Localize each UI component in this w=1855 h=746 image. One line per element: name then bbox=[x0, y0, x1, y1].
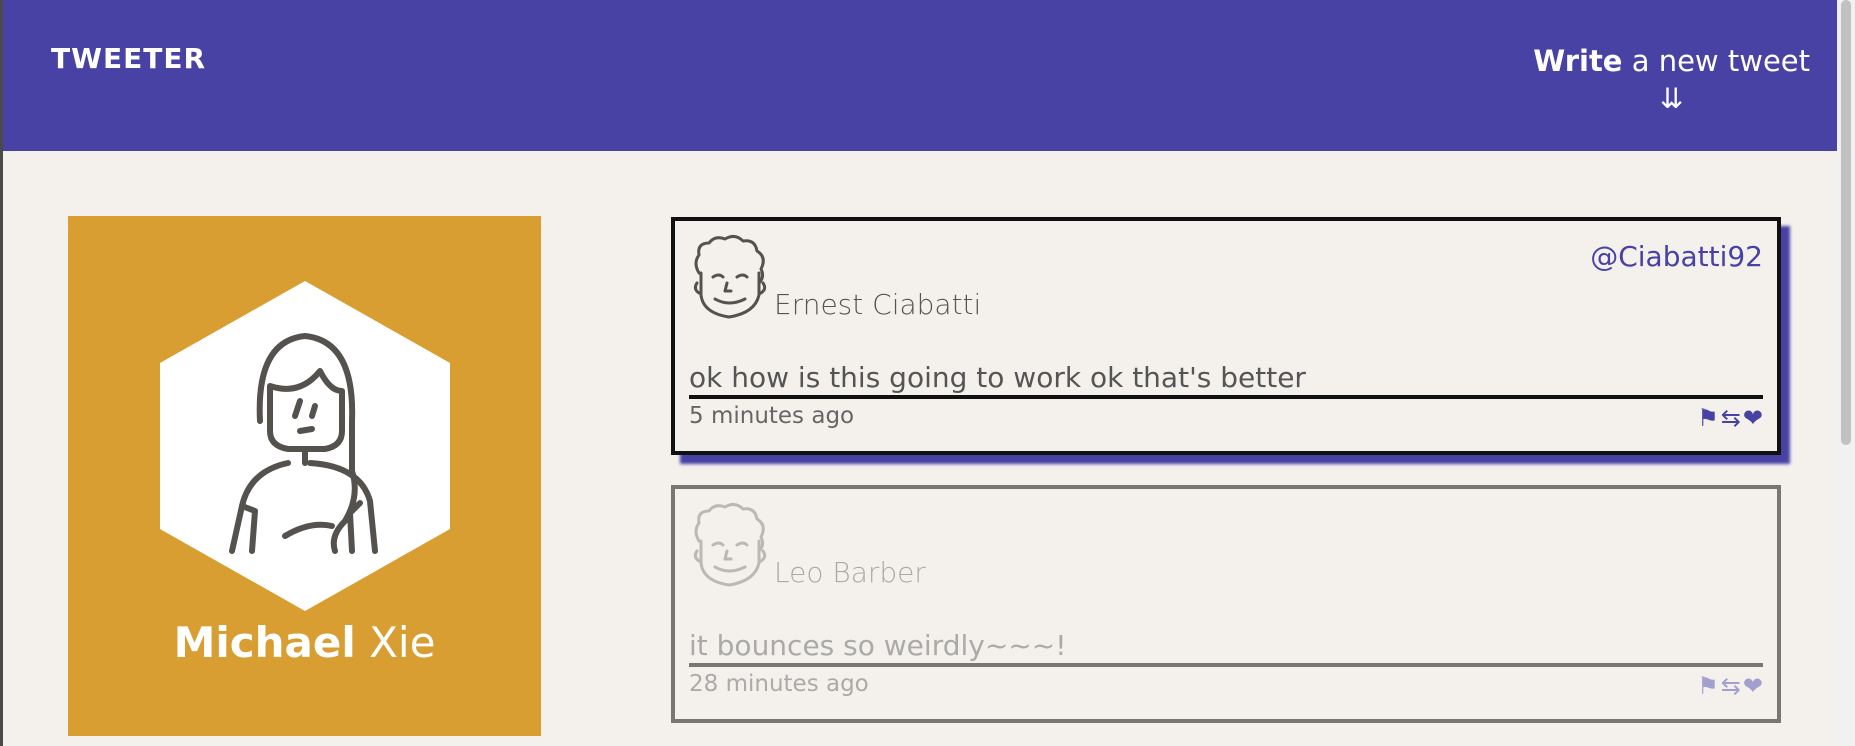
flag-icon[interactable]: ⚑ bbox=[1697, 672, 1719, 701]
double-down-arrow-icon: ⇊ bbox=[1659, 82, 1684, 115]
tweet-timestamp: 5 minutes ago bbox=[689, 403, 855, 429]
tweet-content: ok how is this going to work ok that's b… bbox=[689, 361, 1306, 394]
scrollbar-thumb[interactable] bbox=[1841, 0, 1851, 445]
flag-icon[interactable]: ⚑ bbox=[1697, 404, 1719, 433]
heart-icon[interactable]: ❤ bbox=[1743, 404, 1763, 433]
tweet-author-handle[interactable]: @Ciabatti92 bbox=[1590, 240, 1763, 273]
tweet-timestamp: 28 minutes ago bbox=[689, 671, 869, 697]
tweet-author-name: Ernest Ciabatti bbox=[774, 288, 982, 321]
profile-card: Michael Xie bbox=[68, 216, 541, 736]
tweet-divider bbox=[689, 663, 1763, 667]
tweet-actions: ⚑ ⇆ ❤ bbox=[1697, 404, 1763, 433]
heart-icon[interactable]: ❤ bbox=[1743, 672, 1763, 701]
compose-label-rest: a new tweet bbox=[1622, 44, 1810, 78]
profile-avatar bbox=[160, 281, 450, 611]
profile-first-name: Michael bbox=[173, 618, 356, 667]
app-logo[interactable]: TWEETER bbox=[51, 42, 206, 75]
compose-label-bold: Write bbox=[1533, 44, 1623, 78]
tweet-avatar bbox=[693, 502, 767, 587]
tweet-card[interactable]: Ernest Ciabatti @Ciabatti92 ok how is th… bbox=[671, 217, 1781, 455]
profile-last-name: Xie bbox=[369, 618, 436, 667]
top-nav: TWEETER Write a new tweet ⇊ bbox=[3, 0, 1837, 151]
tweet-avatar bbox=[693, 234, 767, 319]
tweet-card[interactable]: Leo Barber it bounces so weirdly~~~! 28 … bbox=[671, 485, 1781, 723]
profile-name: Michael Xie bbox=[68, 618, 541, 667]
tweet-actions: ⚑ ⇆ ❤ bbox=[1697, 672, 1763, 701]
compose-toggle-button[interactable]: Write a new tweet ⇊ bbox=[1533, 44, 1810, 115]
page-scrollbar[interactable] bbox=[1837, 0, 1855, 746]
tweet-divider bbox=[689, 395, 1763, 399]
retweet-icon[interactable]: ⇆ bbox=[1721, 672, 1741, 701]
tweet-author-name: Leo Barber bbox=[774, 556, 926, 589]
tweet-content: it bounces so weirdly~~~! bbox=[689, 629, 1067, 662]
retweet-icon[interactable]: ⇆ bbox=[1721, 404, 1741, 433]
